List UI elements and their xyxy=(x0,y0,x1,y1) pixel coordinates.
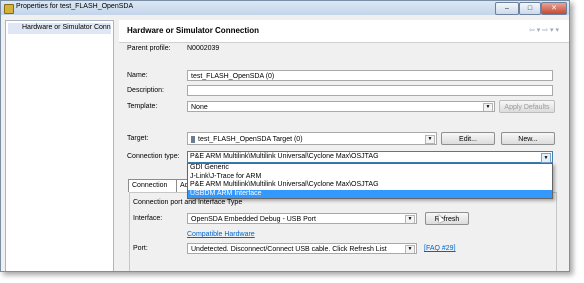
chevron-down-icon: ▼ xyxy=(483,103,493,111)
port-select[interactable]: Undetected. Disconnect/Connect USB cable… xyxy=(187,243,417,254)
page-header: Hardware or Simulator Connection ⇦ ▾ ⇨ ▾… xyxy=(119,20,569,43)
interface-select[interactable]: OpenSDA Embedded Debug - USB Port ▼ xyxy=(187,213,417,224)
title-bar: Properties for test_FLASH_OpenSDA – □ ✕ xyxy=(1,1,569,15)
app-icon xyxy=(4,4,14,14)
chevron-down-icon: ▼ xyxy=(405,215,415,223)
faq-link[interactable]: [FAQ #29] xyxy=(424,245,456,252)
port-label: Port: xyxy=(133,245,148,252)
connection-type-label: Connection type: xyxy=(127,153,180,160)
minimize-button[interactable]: – xyxy=(495,2,519,15)
refresh-button[interactable]: Refresh xyxy=(425,212,469,225)
chevron-down-icon: ▼ xyxy=(405,245,415,253)
template-value: None xyxy=(191,104,208,111)
compatible-hardware-link[interactable]: Compatible Hardware xyxy=(187,231,255,238)
connection-type-dropdown: GDI Generic J-Link\J-Trace for ARM P&E A… xyxy=(187,163,553,199)
tree-item-label: Hardware or Simulator Conn xyxy=(22,24,111,31)
template-select[interactable]: None ▼ xyxy=(187,101,495,112)
template-label: Template: xyxy=(127,103,158,110)
name-field[interactable]: test_FLASH_OpenSDA (0) xyxy=(187,70,553,81)
connection-port-group: Connection port and Interface Type Inter… xyxy=(129,192,557,271)
dropdown-option-gdi[interactable]: GDI Generic xyxy=(188,164,552,173)
target-select[interactable]: test_FLASH_OpenSDA Target (0) ▼ xyxy=(187,132,437,145)
nav-arrows-icon[interactable]: ⇦ ▾ ⇨ ▾ ▾ xyxy=(529,26,559,34)
connection-type-value: P&E ARM Multilink\Multilink Universal\Cy… xyxy=(190,153,379,160)
interface-label: Interface: xyxy=(133,215,163,222)
new-button[interactable]: New... xyxy=(501,132,555,145)
main-panel: Hardware or Simulator Connection ⇦ ▾ ⇨ ▾… xyxy=(119,20,569,271)
chevron-down-icon: ▼ xyxy=(541,153,551,163)
parent-profile-label: Parent profile: xyxy=(127,45,171,52)
parent-profile-value: N0002039 xyxy=(187,45,220,52)
apply-defaults-button[interactable]: Apply Defaults xyxy=(499,100,555,113)
maximize-button[interactable]: □ xyxy=(519,2,541,15)
window-title: Properties for test_FLASH_OpenSDA xyxy=(16,3,134,10)
target-icon xyxy=(191,135,195,143)
description-field[interactable] xyxy=(187,85,553,96)
dropdown-option-usbdm[interactable]: USBDM ARM Interface xyxy=(188,189,552,198)
group-title: Connection port and Interface Type xyxy=(133,199,243,206)
target-label: Target: xyxy=(127,135,149,142)
name-label: Name: xyxy=(127,72,148,79)
properties-window: Properties for test_FLASH_OpenSDA – □ ✕ … xyxy=(0,0,570,272)
close-button[interactable]: ✕ xyxy=(541,2,567,15)
edit-button[interactable]: Edit... xyxy=(441,132,495,145)
connection-type-select[interactable]: P&E ARM Multilink\Multilink Universal\Cy… xyxy=(187,151,553,163)
page-title: Hardware or Simulator Connection xyxy=(127,26,260,35)
port-value: Undetected. Disconnect/Connect USB cable… xyxy=(191,246,387,253)
tree-item-hardware-connection[interactable]: Hardware or Simulator Conn xyxy=(8,23,111,34)
interface-value: OpenSDA Embedded Debug - USB Port xyxy=(191,216,316,223)
description-label: Description: xyxy=(127,87,164,94)
tab-connection[interactable]: Connection xyxy=(128,179,180,192)
target-value: test_FLASH_OpenSDA Target (0) xyxy=(198,136,303,143)
dropdown-option-jlink[interactable]: J-Link\J-Trace for ARM xyxy=(188,173,552,182)
dropdown-option-pne[interactable]: P&E ARM Multilink\Multilink Universal\Cy… xyxy=(188,181,552,190)
chevron-down-icon: ▼ xyxy=(425,135,435,144)
properties-tree: Hardware or Simulator Conn xyxy=(5,20,114,271)
